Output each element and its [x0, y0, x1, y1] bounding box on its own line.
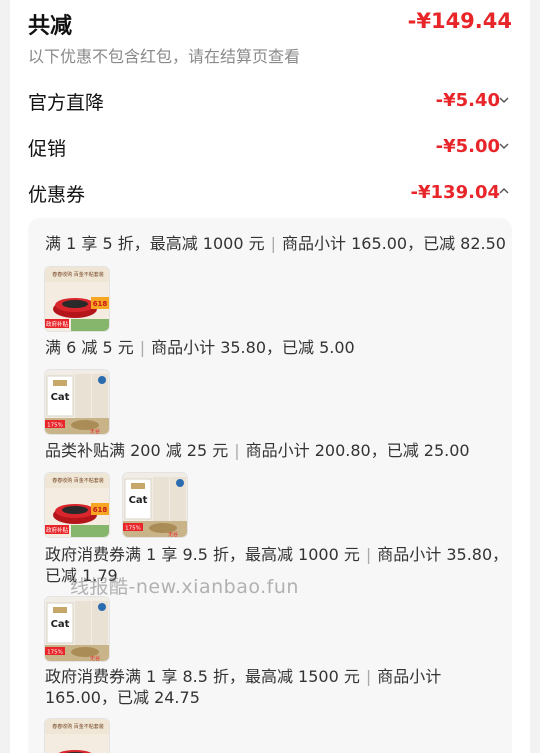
coupon-rule-line: 满 6 减 5 元 | 商品小计 35.80，已减 5.00: [45, 337, 355, 359]
svg-text:政府补贴: 政府补贴: [46, 320, 69, 328]
svg-text:无谷: 无谷: [168, 531, 178, 538]
row-amount: -¥139.04: [410, 182, 500, 203]
pot-set-image: 春春收购 百金不粘套装 618 政府补贴: [45, 473, 109, 537]
product-thumb-cat-food[interactable]: Cat 175% 无谷: [122, 472, 188, 538]
chevron-down-icon[interactable]: [498, 94, 510, 106]
svg-text:春春收购 百金不粘套装: 春春收购 百金不粘套装: [52, 477, 104, 484]
coupon-rule-line: 满 1 享 5 折，最高减 1000 元 | 商品小计 165.00，已减 82.5…: [45, 233, 506, 255]
separator: |: [365, 545, 372, 564]
pot-set-image: 春春收购 百金不粘套装: [45, 719, 109, 753]
row-label: 优惠券: [28, 184, 86, 206]
separator: |: [234, 441, 240, 460]
coupon-detail: 商品小计: [377, 667, 442, 686]
product-thumb-pot-set[interactable]: 春春收购 百金不粘套装 618 政府补贴: [44, 472, 110, 538]
cat-food-image: Cat 175% 无谷: [123, 473, 187, 538]
svg-text:618: 618: [93, 300, 108, 308]
total-discount-label: 共减: [28, 14, 73, 39]
cat-food-image: Cat 175% 无谷: [45, 597, 109, 662]
product-thumb-pot-set[interactable]: 春春收购 百金不粘套装: [44, 718, 110, 753]
product-thumb-cat-food[interactable]: Cat 175% 无谷: [44, 369, 110, 435]
total-discount-amount: -¥149.44: [407, 9, 512, 33]
svg-text:无谷: 无谷: [90, 655, 100, 662]
row-amount: -¥5.40: [435, 90, 500, 111]
coupon-detail: 商品小计 165.00，已减 82.50: [282, 234, 506, 253]
coupon-rule: 满 6 减 5 元: [45, 338, 134, 357]
watermark: 线报酷-new.xianbao.fun: [70, 576, 299, 598]
coupon-detail: 商品小计 35.80，: [377, 545, 509, 564]
row-label: 官方直降: [28, 92, 105, 114]
product-thumb-pot-set[interactable]: 春春收购 百金不粘套装 618 政府补贴: [44, 266, 110, 332]
svg-text:Cat: Cat: [129, 495, 148, 506]
coupon-detail: 商品小计 200.80，已减 25.00: [245, 441, 470, 460]
separator: |: [270, 234, 276, 253]
separator: |: [365, 667, 372, 686]
pot-set-image: 春春收购 百金不粘套装 618 政府补贴: [45, 267, 109, 331]
coupon-rule: 满 1 享 5 折，最高减 1000 元: [45, 234, 265, 253]
coupon-detail-cont: 165.00，已减 24.75: [45, 688, 200, 707]
svg-text:春春收购 百金不粘套装: 春春收购 百金不粘套装: [52, 271, 104, 278]
svg-text:Cat: Cat: [51, 619, 70, 630]
coupon-rule: 政府消费券满 1 享 8.5 折，最高减 1500 元: [45, 667, 360, 686]
product-thumb-cat-food[interactable]: Cat 175% 无谷: [44, 596, 110, 662]
svg-text:175%: 175%: [125, 526, 141, 532]
chevron-down-icon[interactable]: [498, 140, 510, 152]
svg-text:无谷: 无谷: [90, 428, 100, 435]
coupon-rule-line: 政府消费券满 1 享 8.5 折，最高减 1500 元 | 商品小计: [45, 666, 441, 688]
svg-text:618: 618: [93, 506, 108, 514]
coupon-rule-line: 品类补贴满 200 减 25 元 | 商品小计 200.80，已减 25.00: [45, 440, 470, 462]
cat-food-image: Cat 175% 无谷: [45, 370, 109, 435]
red-packet-note: 以下优惠不包含红包，请在结算页查看: [28, 47, 301, 66]
coupon-rule-line: 政府消费券满 1 享 9.5 折，最高减 1000 元 | 商品小计 35.80，: [45, 544, 508, 566]
coupon-detail: 商品小计 35.80，已减 5.00: [151, 338, 355, 357]
svg-text:Cat: Cat: [51, 392, 70, 403]
svg-text:政府补贴: 政府补贴: [46, 526, 69, 534]
svg-text:175%: 175%: [47, 423, 63, 429]
coupon-rule: 政府消费券满 1 享 9.5 折，最高减 1000 元: [45, 545, 360, 564]
coupon-rule: 品类补贴满 200 减 25 元: [45, 441, 229, 460]
row-amount: -¥5.00: [435, 136, 500, 157]
row-label: 促销: [28, 138, 67, 160]
chevron-up-icon[interactable]: [498, 185, 510, 197]
svg-text:春春收购 百金不粘套装: 春春收购 百金不粘套装: [52, 723, 104, 730]
separator: |: [139, 338, 146, 357]
svg-text:175%: 175%: [47, 650, 63, 656]
